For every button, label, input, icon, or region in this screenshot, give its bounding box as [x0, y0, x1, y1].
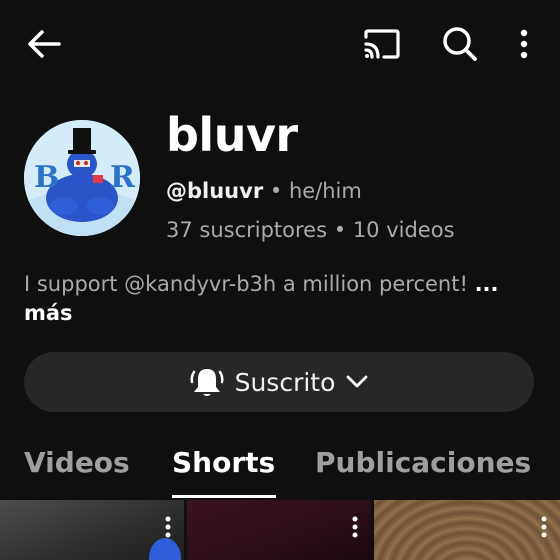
tab-publicaciones[interactable]: Publicaciones: [315, 446, 531, 479]
video-count: 10 videos: [352, 218, 455, 242]
channel-avatar[interactable]: B R: [24, 120, 140, 236]
cast-icon: [364, 29, 400, 59]
more-options-button[interactable]: [508, 24, 540, 64]
search-button[interactable]: [438, 24, 482, 64]
thumbnail-image: [149, 538, 181, 560]
more-vert-icon[interactable]: [164, 516, 172, 538]
channel-name: bluvr: [166, 108, 298, 162]
chevron-down-icon: [347, 375, 368, 388]
cast-button[interactable]: [360, 24, 404, 64]
separator: •: [327, 218, 353, 242]
description-text: I support @kandyvr-b3h a million percent…: [24, 272, 475, 296]
more-vert-icon[interactable]: [351, 516, 359, 538]
avatar-letter-left: B: [34, 160, 60, 195]
short-thumbnail[interactable]: [187, 500, 371, 560]
shorts-grid: [0, 500, 560, 560]
top-app-bar: [0, 0, 560, 88]
tab-shorts[interactable]: Shorts: [172, 446, 275, 479]
channel-handle: @bluuvr: [166, 179, 264, 203]
search-icon: [443, 27, 477, 61]
more-link[interactable]: más: [24, 301, 73, 325]
description-ellipsis: ...: [474, 272, 499, 296]
short-thumbnail[interactable]: [0, 500, 184, 560]
pronouns: he/him: [288, 179, 362, 203]
short-thumbnail[interactable]: [374, 500, 560, 560]
back-button[interactable]: [22, 24, 66, 64]
more-vert-icon[interactable]: [540, 516, 548, 538]
separator: •: [263, 179, 289, 203]
subscribed-label: Suscrito: [234, 367, 336, 397]
subscribed-button[interactable]: Suscrito: [24, 352, 534, 412]
channel-description[interactable]: I support @kandyvr-b3h a million percent…: [24, 270, 544, 328]
channel-stats-row: 37 suscriptores • 10 videos: [166, 218, 455, 242]
bell-icon: [190, 369, 224, 396]
arrow-left-icon: [28, 30, 61, 58]
channel-handle-row: @bluuvr • he/him: [166, 179, 362, 203]
active-tab-indicator: [172, 495, 276, 498]
channel-tabs: Videos Shorts Publicaciones: [0, 440, 560, 498]
subscriber-count: 37 suscriptores: [166, 218, 328, 242]
tab-videos[interactable]: Videos: [24, 446, 130, 479]
more-vert-icon: [520, 29, 528, 59]
avatar-letter-right: R: [110, 160, 135, 195]
